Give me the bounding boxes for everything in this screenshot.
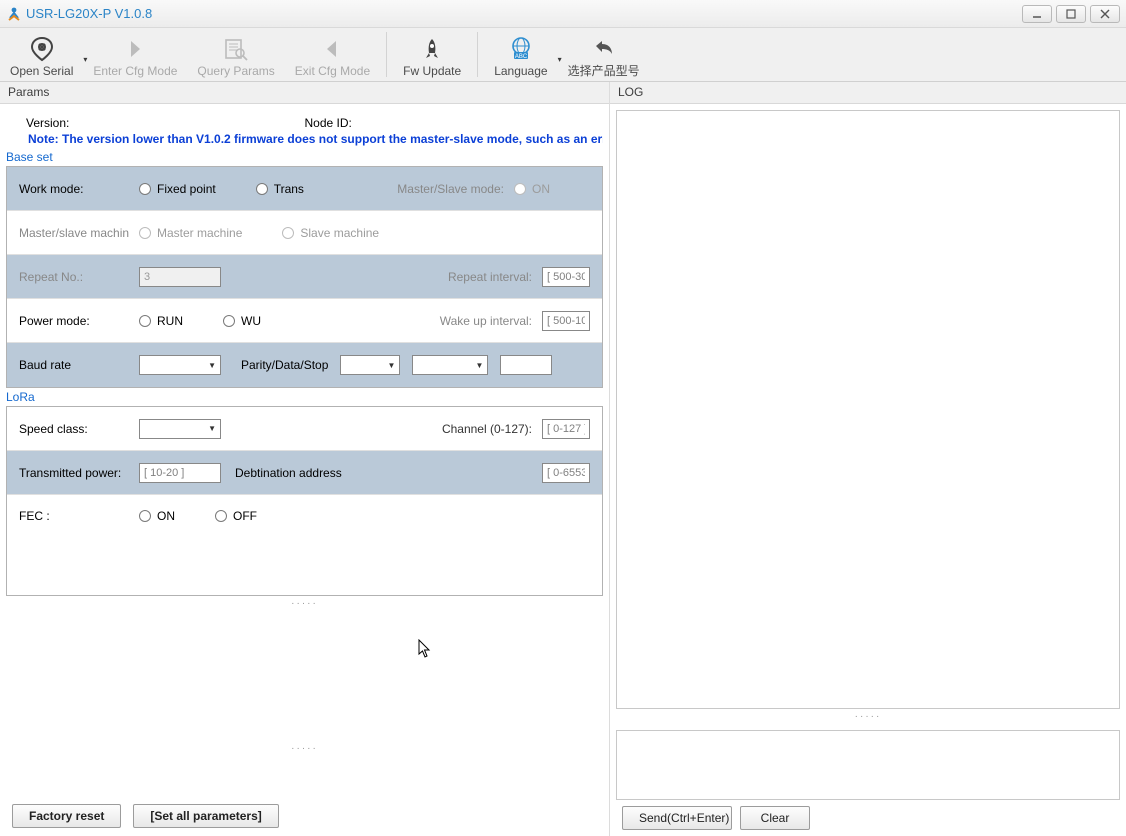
master-slave-on-radio: ON <box>514 182 550 196</box>
send-button[interactable]: Send(Ctrl+Enter) <box>622 806 732 830</box>
pds-label: Parity/Data/Stop <box>241 358 328 372</box>
tx-power-row: Transmitted power: Debtination address <box>7 451 602 495</box>
repeat-no-label: Repeat No.: <box>19 270 139 284</box>
repeat-no-input <box>139 267 221 287</box>
parity-select[interactable]: ▼ <box>340 355 400 375</box>
repeat-no-row: Repeat No.: Repeat interval: <box>7 255 602 299</box>
master-machine-radio: Master machine <box>139 226 242 240</box>
language-icon: ABC <box>508 36 534 62</box>
clear-button[interactable]: Clear <box>740 806 810 830</box>
power-mode-run-radio[interactable]: RUN <box>139 314 183 328</box>
base-set-title: Base set <box>6 148 603 166</box>
power-mode-wu-radio[interactable]: WU <box>223 314 261 328</box>
fec-label: FEC : <box>19 509 139 523</box>
minimize-button[interactable] <box>1022 5 1052 23</box>
open-serial-icon <box>29 36 55 62</box>
dest-addr-label: Debtination address <box>235 466 342 480</box>
window-controls <box>1022 5 1120 23</box>
query-params-button[interactable]: Query Params <box>187 28 284 81</box>
bottom-buttons: Factory reset [Set all parameters] <box>0 796 609 836</box>
rocket-icon <box>419 36 445 62</box>
wake-interval-label: Wake up interval: <box>440 314 532 328</box>
repeat-interval-input <box>542 267 590 287</box>
select-model-button[interactable]: 选择产品型号 <box>558 28 650 81</box>
speed-class-select[interactable]: ▼ <box>139 419 221 439</box>
fec-on-radio[interactable]: ON <box>139 509 175 523</box>
fec-row: FEC : ON OFF <box>7 495 602 585</box>
baud-label: Baud rate <box>19 358 139 372</box>
params-header: Params <box>0 82 609 104</box>
work-mode-trans-radio[interactable]: Trans <box>256 182 304 196</box>
log-textarea[interactable] <box>616 110 1120 709</box>
power-mode-label: Power mode: <box>19 314 139 328</box>
work-mode-label: Work mode: <box>19 182 139 196</box>
power-mode-row: Power mode: RUN WU Wake up interval: <box>7 299 602 343</box>
wake-interval-input[interactable] <box>542 311 590 331</box>
grip-dots-right: ····· <box>610 709 1126 724</box>
ms-machine-label: Master/slave machin <box>19 226 139 240</box>
query-icon <box>223 36 249 62</box>
speed-class-label: Speed class: <box>19 422 139 436</box>
ms-machine-row: Master/slave machin Master machine Slave… <box>7 211 602 255</box>
version-label: Version: <box>26 116 305 130</box>
repeat-interval-label: Repeat interval: <box>448 270 532 284</box>
base-set-table: Work mode: Fixed point Trans Master/Slav… <box>6 166 603 388</box>
data-select[interactable]: ▼ <box>412 355 488 375</box>
undo-icon <box>591 34 617 60</box>
tx-power-input[interactable] <box>139 463 221 483</box>
send-textarea[interactable] <box>616 730 1120 800</box>
baud-row: Baud rate ▼ Parity/Data/Stop ▼ ▼ <box>7 343 602 387</box>
chevron-right-icon <box>122 36 148 62</box>
log-header: LOG <box>610 82 1126 104</box>
grip-dots: ····· <box>6 596 603 611</box>
open-serial-label: Open Serial <box>10 64 73 78</box>
lora-table: Speed class: ▼ Channel (0-127): Transmit… <box>6 406 603 596</box>
params-pane: Params Version: Node ID: Note: The versi… <box>0 82 610 836</box>
work-mode-row: Work mode: Fixed point Trans Master/Slav… <box>7 167 602 211</box>
window-title: USR-LG20X-P V1.0.8 <box>26 6 152 21</box>
grip-dots-2: ····· <box>6 741 603 756</box>
exit-cfg-button[interactable]: Exit Cfg Mode <box>285 28 380 81</box>
lora-title: LoRa <box>6 388 603 406</box>
window-titlebar: USR-LG20X-P V1.0.8 <box>0 0 1126 28</box>
toolbar: Open Serial ▾ Enter Cfg Mode Query Param… <box>0 28 1126 82</box>
master-slave-mode-label: Master/Slave mode: <box>397 182 504 196</box>
enter-cfg-button[interactable]: Enter Cfg Mode <box>83 28 187 81</box>
fec-off-radio[interactable]: OFF <box>215 509 257 523</box>
version-row: Version: Node ID: <box>6 110 603 132</box>
work-mode-fixed-radio[interactable]: Fixed point <box>139 182 216 196</box>
factory-reset-button[interactable]: Factory reset <box>12 804 121 828</box>
tx-power-label: Transmitted power: <box>19 466 139 480</box>
channel-input[interactable] <box>542 419 590 439</box>
maximize-button[interactable] <box>1056 5 1086 23</box>
language-button[interactable]: ABC Language ▾ <box>484 28 557 81</box>
stop-input[interactable] <box>500 355 552 375</box>
log-pane: LOG ····· Send(Ctrl+Enter) Clear <box>610 82 1126 836</box>
channel-label: Channel (0-127): <box>442 422 532 436</box>
slave-machine-radio: Slave machine <box>282 226 379 240</box>
svg-text:ABC: ABC <box>515 54 528 60</box>
speed-class-row: Speed class: ▼ Channel (0-127): <box>7 407 602 451</box>
firmware-note: Note: The version lower than V1.0.2 firm… <box>6 132 603 148</box>
dest-addr-input[interactable] <box>542 463 590 483</box>
fw-update-button[interactable]: Fw Update <box>393 28 471 81</box>
set-all-parameters-button[interactable]: [Set all parameters] <box>133 804 278 828</box>
baud-select[interactable]: ▼ <box>139 355 221 375</box>
chevron-left-icon <box>319 36 345 62</box>
node-id-label: Node ID: <box>305 116 352 130</box>
close-button[interactable] <box>1090 5 1120 23</box>
open-serial-button[interactable]: Open Serial ▾ <box>0 28 83 81</box>
app-icon <box>6 6 22 22</box>
